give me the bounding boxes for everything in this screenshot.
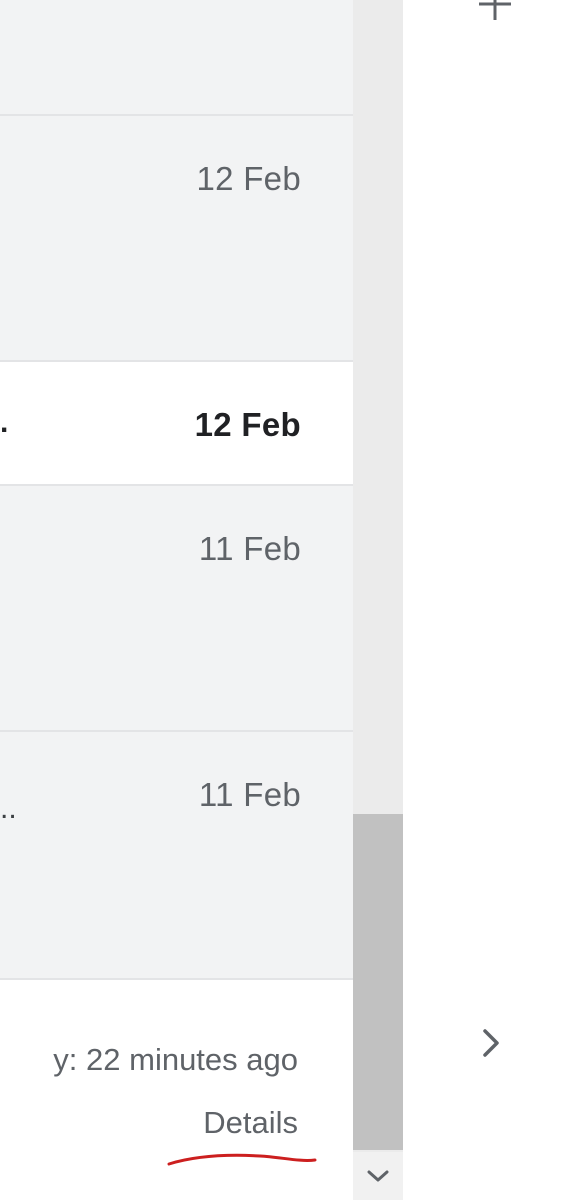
email-date: 11 Feb bbox=[198, 776, 301, 813]
email-date: 11 Feb bbox=[198, 530, 301, 567]
plus-icon[interactable] bbox=[477, 0, 513, 22]
details-link[interactable]: Details bbox=[203, 1105, 298, 1141]
list-item[interactable]: 11 Feb bbox=[0, 486, 353, 732]
last-activity-text: y: 22 minutes ago bbox=[53, 1042, 298, 1077]
email-preview: .. bbox=[0, 792, 17, 825]
list-item[interactable]: .. 11 Feb bbox=[0, 732, 353, 980]
scrollbar[interactable] bbox=[353, 0, 403, 1200]
mail-window: 12 Feb . 12 Feb 11 Feb .. 11 Feb y: 22 m… bbox=[0, 0, 577, 1200]
list-item[interactable]: 12 Feb bbox=[0, 116, 353, 362]
scrollbar-thumb[interactable] bbox=[353, 814, 403, 1150]
list-item-unread[interactable]: . 12 Feb bbox=[0, 362, 353, 486]
list-item[interactable] bbox=[0, 0, 353, 116]
chevron-down-icon bbox=[367, 1170, 389, 1182]
email-preview: . bbox=[0, 406, 9, 439]
chevron-right-icon[interactable] bbox=[477, 1026, 505, 1060]
email-date: 12 Feb bbox=[196, 160, 301, 197]
email-list: 12 Feb . 12 Feb 11 Feb .. 11 Feb y: 22 m… bbox=[0, 0, 353, 1200]
scroll-down-button[interactable] bbox=[353, 1152, 403, 1200]
red-underline-annotation bbox=[167, 1153, 317, 1166]
account-activity-footer: y: 22 minutes ago Details bbox=[0, 980, 353, 1200]
email-date: 12 Feb bbox=[194, 406, 301, 443]
side-panel bbox=[403, 0, 577, 1200]
